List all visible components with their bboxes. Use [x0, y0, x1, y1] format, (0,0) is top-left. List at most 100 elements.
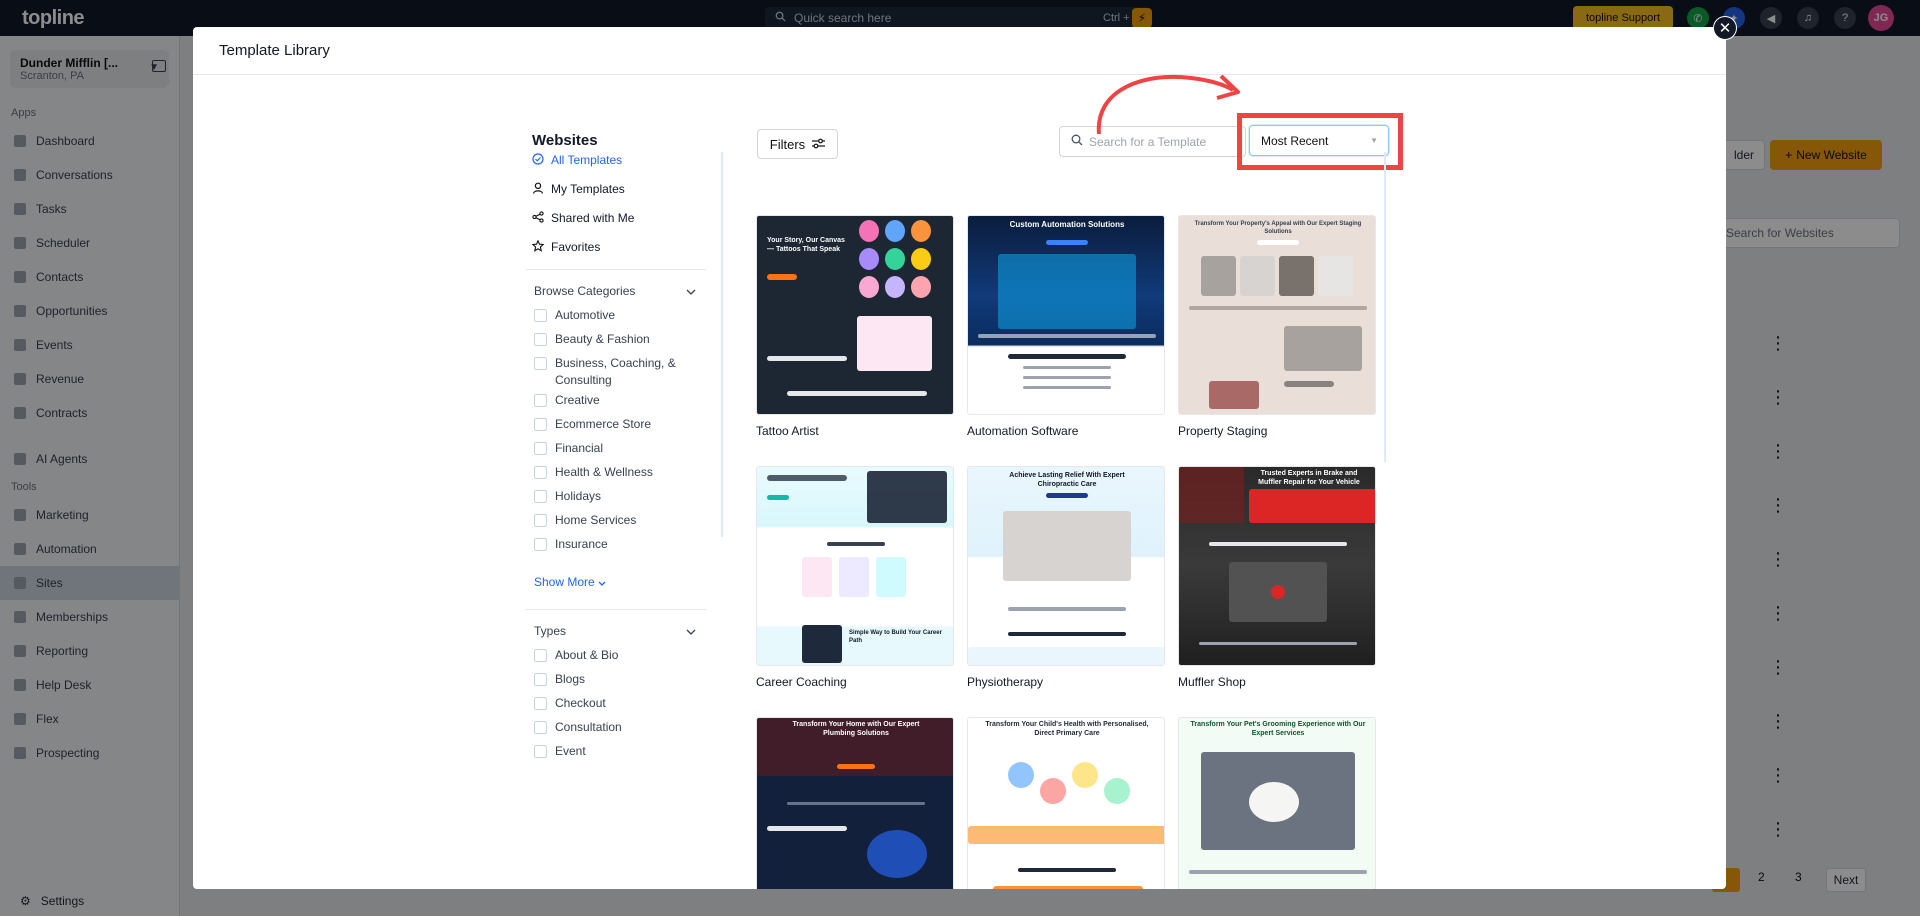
category-checkbox-beauty-fashion[interactable]: Beauty & Fashion — [526, 328, 726, 352]
thumbnail-text — [1008, 632, 1126, 636]
template-grid-scrollbar[interactable] — [1384, 152, 1386, 462]
template-card-primary-care[interactable]: Transform Your Child's Health with Perso… — [967, 717, 1165, 889]
category-checkbox-holidays[interactable]: Holidays — [526, 485, 726, 509]
type-checkbox-checkout[interactable]: Checkout — [526, 692, 726, 716]
nav-all-templates[interactable]: All Templates — [526, 148, 726, 172]
template-card-physiotherapy[interactable]: Achieve Lasting Relief With Expert Chiro… — [967, 466, 1165, 689]
play-icon — [1271, 585, 1285, 599]
thumbnail-photo — [911, 220, 931, 242]
browse-categories-toggle[interactable]: Browse Categories — [526, 278, 706, 304]
template-thumbnail[interactable]: Your Story, Our Canvas — Tattoos That Sp… — [756, 215, 954, 415]
template-card-muffler-shop[interactable]: Trusted Experts in Brake and Muffler Rep… — [1178, 466, 1376, 689]
category-checkbox-health-wellness[interactable]: Health & Wellness — [526, 461, 726, 485]
filters-button[interactable]: Filters — [757, 129, 838, 159]
thumbnail-photo — [1209, 381, 1259, 409]
category-label: Beauty & Fashion — [555, 332, 650, 346]
thumbnail-section — [993, 886, 1143, 889]
template-name: Tattoo Artist — [756, 424, 819, 438]
filters-label: Filters — [769, 136, 806, 152]
checkbox[interactable] — [534, 697, 547, 710]
thumbnail-headline: Custom Automation Solutions — [1009, 220, 1125, 229]
thumbnail-photo — [1279, 256, 1314, 296]
star-icon — [531, 238, 545, 255]
checkbox[interactable] — [534, 357, 547, 370]
template-thumbnail[interactable]: Transform Your Pet's Grooming Experience… — [1178, 717, 1376, 889]
type-checkbox-consultation[interactable]: Consultation — [526, 716, 726, 740]
type-checkbox-event[interactable]: Event — [526, 740, 726, 764]
thumbnail-photo — [857, 316, 932, 371]
checkbox[interactable] — [534, 394, 547, 407]
thumbnail-photo — [1179, 467, 1244, 523]
thumbnail-text — [1023, 376, 1111, 379]
thumbnail-text — [787, 802, 925, 805]
checkbox[interactable] — [534, 673, 547, 686]
checkbox[interactable] — [534, 514, 547, 527]
thumbnail-card — [876, 557, 906, 597]
nav-shared-with-me[interactable]: Shared with Me — [526, 206, 726, 230]
checkbox[interactable] — [534, 649, 547, 662]
thumbnail-headline: Transform Your Home with Our Expert Plum… — [792, 721, 920, 737]
category-checkbox-insurance[interactable]: Insurance — [526, 533, 726, 557]
filter-panel-scrollbar[interactable] — [721, 152, 723, 537]
checkbox[interactable] — [534, 538, 547, 551]
thumbnail-photo — [911, 248, 931, 270]
type-checkbox-blogs[interactable]: Blogs — [526, 668, 726, 692]
annotation-highlight-box — [1237, 113, 1403, 170]
category-checkbox-automotive[interactable]: Automotive — [526, 304, 726, 328]
thumbnail-cta — [1046, 493, 1088, 498]
show-more-link[interactable]: Show More — [526, 565, 726, 599]
checkbox[interactable] — [534, 466, 547, 479]
nav-favorites[interactable]: Favorites — [526, 235, 726, 259]
checkbox[interactable] — [534, 418, 547, 431]
thumbnail-text — [767, 475, 847, 481]
template-card-tattoo-artist[interactable]: Your Story, Our Canvas — Tattoos That Sp… — [756, 215, 954, 438]
thumbnail-photo — [885, 276, 905, 298]
template-thumbnail[interactable]: Trusted Experts in Brake and Muffler Rep… — [1178, 466, 1376, 666]
thumbnail-banner — [1249, 489, 1375, 523]
nav-my-templates[interactable]: My Templates — [526, 177, 726, 201]
thumbnail-photo — [885, 248, 905, 270]
thumbnail-photo — [1003, 511, 1131, 581]
template-thumbnail[interactable]: Transform Your Home with Our Expert Plum… — [756, 717, 954, 889]
thumbnail-photo — [867, 830, 927, 878]
template-thumbnail[interactable]: Achieve Lasting Relief With Expert Chiro… — [967, 466, 1165, 666]
category-checkbox-ecommerce[interactable]: Ecommerce Store — [526, 413, 726, 437]
category-checkbox-creative[interactable]: Creative — [526, 389, 726, 413]
thumbnail-banner — [968, 826, 1164, 844]
category-checkbox-business-coaching[interactable]: Business, Coaching, & Consulting — [526, 352, 686, 389]
type-checkbox-about-bio[interactable]: About & Bio — [526, 644, 726, 668]
template-name: Career Coaching — [756, 675, 847, 689]
template-card-pet-grooming[interactable]: Transform Your Pet's Grooming Experience… — [1178, 717, 1376, 889]
thumbnail-text — [1023, 366, 1111, 369]
thumbnail-photo — [1104, 778, 1130, 804]
thumbnail-photo — [1201, 256, 1236, 296]
checkbox[interactable] — [534, 309, 547, 322]
checkbox[interactable] — [534, 745, 547, 758]
checkbox[interactable] — [534, 333, 547, 346]
template-name: Muffler Shop — [1178, 675, 1246, 689]
category-checkbox-financial[interactable]: Financial — [526, 437, 726, 461]
checkbox[interactable] — [534, 490, 547, 503]
template-thumbnail[interactable]: Transform Your Child's Health with Perso… — [967, 717, 1165, 889]
thumbnail-headline: Simple Way to Build Your Career Path — [849, 630, 942, 644]
types-toggle[interactable]: Types — [526, 618, 706, 644]
thumbnail-cta — [1257, 240, 1299, 245]
checkbox[interactable] — [534, 721, 547, 734]
close-modal-button[interactable]: ✕ — [1713, 16, 1737, 40]
template-card-plumbing[interactable]: Transform Your Home with Our Expert Plum… — [756, 717, 954, 889]
checkbox[interactable] — [534, 442, 547, 455]
template-card-career-coaching[interactable]: Simple Way to Build Your Career Path Car… — [756, 466, 954, 689]
thumbnail-photo — [1072, 762, 1098, 788]
template-card-property-staging[interactable]: Transform Your Property's Appeal with Ou… — [1178, 215, 1376, 438]
template-card-automation-software[interactable]: Custom Automation Solutions Automation S… — [967, 215, 1165, 438]
thumbnail-photo — [859, 248, 879, 270]
category-checkbox-home-services[interactable]: Home Services — [526, 509, 726, 533]
thumbnail-photo — [1318, 256, 1353, 296]
category-label: Health & Wellness — [555, 465, 653, 479]
thumbnail-photo — [885, 220, 905, 242]
thumbnail-text — [1284, 381, 1334, 387]
template-thumbnail[interactable]: Simple Way to Build Your Career Path — [756, 466, 954, 666]
thumbnail-card — [802, 557, 832, 597]
template-thumbnail[interactable]: Custom Automation Solutions — [967, 215, 1165, 415]
template-thumbnail[interactable]: Transform Your Property's Appeal with Ou… — [1178, 215, 1376, 415]
